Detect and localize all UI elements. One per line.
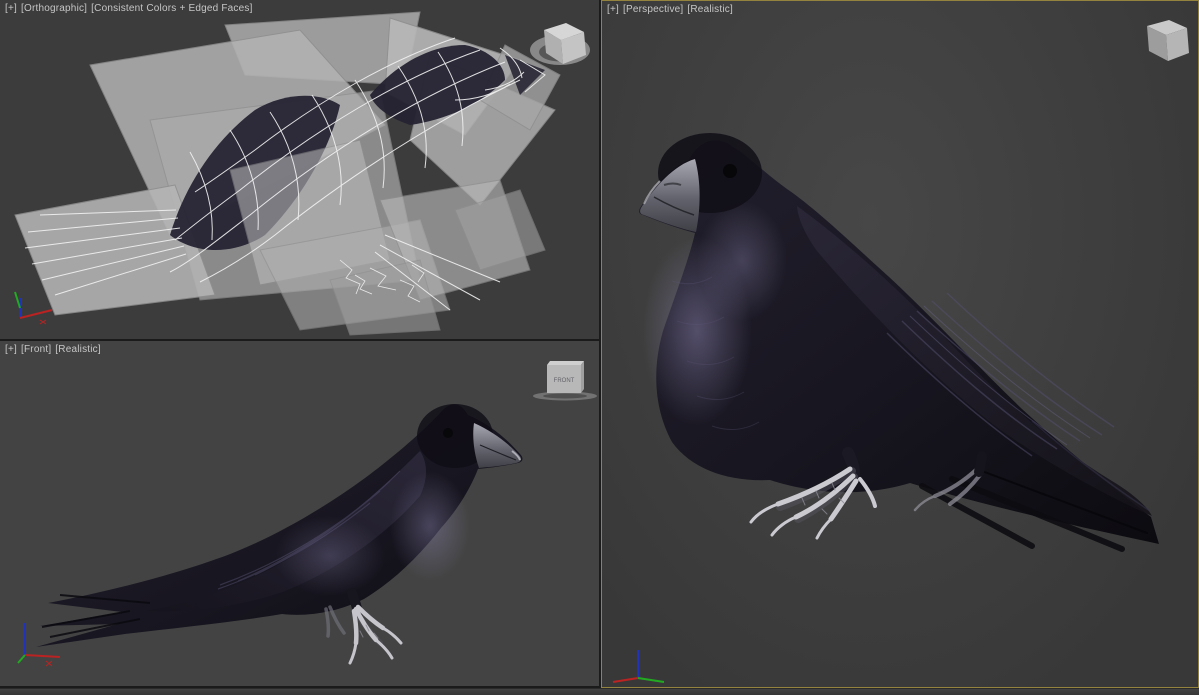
viewcube[interactable] (530, 23, 590, 65)
crow-model-shaded[interactable] (36, 404, 522, 663)
neck-sheen (697, 201, 787, 321)
viewport-general-menu[interactable]: [+] (5, 344, 17, 355)
viewcube[interactable]: FRONT (533, 361, 597, 401)
viewport-pov-menu[interactable]: [Perspective] (623, 4, 683, 15)
world-axis-tripod (613, 650, 664, 682)
viewport-label: [+] [Perspective] [Realistic] (607, 4, 737, 15)
viewport-general-menu[interactable]: [+] (5, 3, 17, 14)
viewport-label: [+] [Front] [Realistic] (5, 344, 105, 355)
perspective-canvas (602, 1, 1198, 687)
crow-eye (443, 428, 453, 438)
viewport-pov-menu[interactable]: [Orthographic] (21, 3, 87, 14)
world-axis-tripod (18, 623, 60, 666)
viewport-front[interactable]: [+] [Front] [Realistic] (0, 341, 599, 686)
viewport-pov-menu[interactable]: [Front] (21, 344, 51, 355)
world-axis-tripod (15, 292, 52, 324)
viewport-label: [+] [Orthographic] [Consistent Colors + Ed… (5, 3, 257, 14)
viewport-shading-menu[interactable]: [Realistic] (55, 344, 101, 355)
crow-model-wireframe[interactable] (15, 12, 560, 335)
viewport-shading-menu[interactable]: [Consistent Colors + Edged Faces] (91, 3, 252, 14)
viewport-perspective[interactable]: [+] [Perspective] [Realistic] (601, 0, 1199, 688)
viewcube[interactable] (1147, 20, 1189, 61)
viewcube-front-face-label: FRONT (554, 378, 575, 384)
orthographic-canvas (0, 0, 599, 339)
viewport-general-menu[interactable]: [+] (607, 4, 619, 15)
breast-sheen (390, 471, 470, 581)
crow-model-shaded[interactable] (639, 133, 1159, 549)
track-bar-strip[interactable] (0, 688, 1199, 695)
wing-sheen (275, 516, 385, 596)
viewport-shading-menu[interactable]: [Realistic] (687, 4, 733, 15)
crow-eye (723, 164, 737, 178)
viewport-orthographic[interactable]: [+] [Orthographic] [Consistent Colors + Ed… (0, 0, 599, 339)
front-canvas: FRONT (0, 341, 599, 686)
